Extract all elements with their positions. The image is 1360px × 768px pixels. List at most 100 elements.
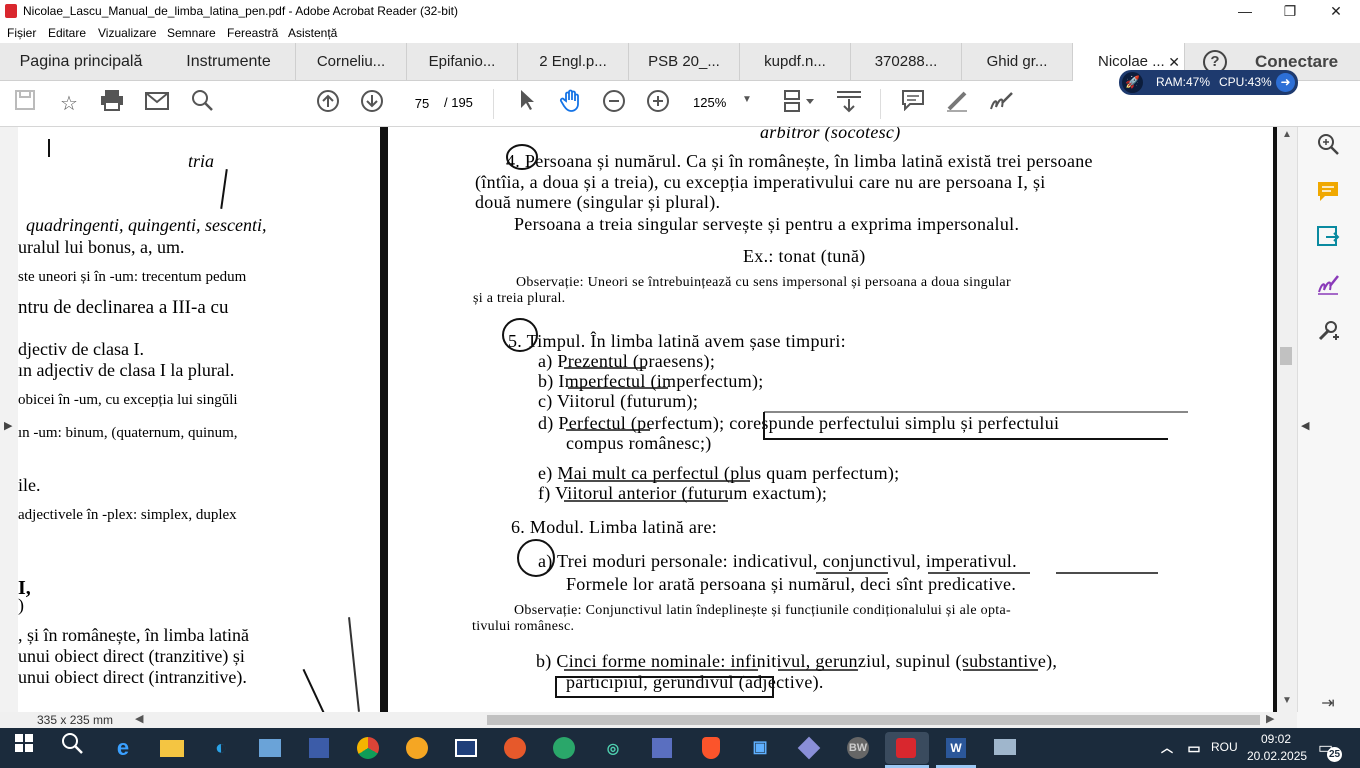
- text-line: tria: [188, 151, 215, 171]
- text-line: uralul lui bonus, a, um.: [18, 237, 185, 257]
- connect-button[interactable]: Conectare: [1255, 52, 1338, 72]
- cube-app-icon[interactable]: [793, 732, 825, 764]
- highlight-pen-icon[interactable]: [942, 89, 972, 119]
- tab-label: Nicolae ...: [1098, 53, 1165, 70]
- word-icon[interactable]: W: [940, 732, 972, 764]
- export-pdf-icon[interactable]: [1311, 225, 1345, 259]
- search-taskbar-icon[interactable]: [56, 732, 88, 764]
- sign-icon[interactable]: [986, 89, 1016, 119]
- cpu-usage: CPU:43%: [1219, 75, 1272, 89]
- gdrive-app-icon[interactable]: ◎: [597, 732, 629, 764]
- clock-date[interactable]: 20.02.2025: [1247, 749, 1307, 763]
- menu-view[interactable]: Vizualizare: [98, 26, 156, 40]
- tab-doc-ghid[interactable]: Ghid gr...: [962, 43, 1073, 81]
- zoom-search-icon[interactable]: [1311, 132, 1345, 166]
- text-line: ın -um: binum, (quaternum, quinum,: [18, 425, 238, 441]
- ram-usage: RAM:47%: [1156, 75, 1211, 89]
- prev-page-icon[interactable]: [313, 89, 343, 119]
- scroll-right-icon[interactable]: ▶: [1266, 712, 1274, 725]
- blue-app-icon[interactable]: ▣: [744, 732, 776, 764]
- acrobat-taskbar-icon[interactable]: [885, 732, 929, 764]
- fill-sign-icon[interactable]: [1311, 272, 1345, 306]
- tray-chevron-icon[interactable]: ︿: [1157, 732, 1177, 764]
- next-page-icon[interactable]: [357, 89, 387, 119]
- text-line: ile.: [18, 475, 41, 495]
- tab-doc-kupdf[interactable]: kupdf.n...: [740, 43, 851, 81]
- globe-app-icon[interactable]: [548, 732, 580, 764]
- zoom-out-icon[interactable]: [599, 89, 629, 119]
- tab-doc-corneliu[interactable]: Corneliu...: [296, 43, 407, 81]
- pdf-page-right: arbitror (socotesc) 4. Persoana și număr…: [388, 127, 1277, 712]
- menu-window[interactable]: Fereastră: [227, 26, 278, 40]
- collapse-right-pane-icon[interactable]: ◀: [1301, 419, 1309, 432]
- email-icon[interactable]: [142, 89, 172, 119]
- network-icon[interactable]: ▭: [1182, 732, 1206, 764]
- window-app-icon[interactable]: [450, 732, 482, 764]
- right-tools-pane: ◀ ⇥: [1297, 127, 1360, 712]
- toolbar-divider: [880, 89, 881, 119]
- rocket-icon: 🚀: [1122, 72, 1143, 93]
- select-cursor-icon[interactable]: [512, 89, 542, 119]
- internet-explorer-icon[interactable]: e: [107, 732, 139, 764]
- tab-doc-2engl[interactable]: 2 Engl.p...: [518, 43, 629, 81]
- orange-app-icon[interactable]: [401, 732, 433, 764]
- menu-help[interactable]: Asistență: [288, 26, 337, 40]
- edge-icon[interactable]: ◐: [205, 732, 237, 764]
- acrobat-icon: [5, 4, 17, 18]
- window-title: Nicolae_Lascu_Manual_de_limba_latina_pen…: [23, 4, 458, 18]
- title-bar: Nicolae_Lascu_Manual_de_limba_latina_pen…: [0, 0, 1360, 23]
- minimize-button[interactable]: —: [1222, 0, 1268, 23]
- bw-app-icon[interactable]: BW: [842, 732, 874, 764]
- toolbar-divider: [493, 89, 494, 119]
- bookmark-star-icon[interactable]: ☆: [54, 89, 84, 119]
- input-language[interactable]: ROU: [1211, 740, 1238, 754]
- scroll-mode-icon[interactable]: [834, 89, 864, 119]
- document-view[interactable]: ▶ tria quadringenti, quingenti, sescenti…: [0, 127, 1297, 712]
- system-monitor-widget[interactable]: 🚀 RAM:47% CPU:43% ➜: [1119, 70, 1298, 95]
- tab-doc-370288[interactable]: 370288...: [851, 43, 962, 81]
- tab-tools[interactable]: Instrumente: [162, 43, 296, 81]
- clock-time[interactable]: 09:02: [1247, 732, 1305, 746]
- zoom-dropdown-caret-icon[interactable]: ▼: [742, 94, 752, 105]
- menu-file[interactable]: Fișier: [7, 26, 36, 40]
- scroll-left-icon[interactable]: ◀: [135, 712, 143, 725]
- screen-app-icon[interactable]: [989, 732, 1021, 764]
- windows-start-icon[interactable]: [8, 732, 40, 764]
- media-player-icon[interactable]: [254, 732, 286, 764]
- zoom-level-select[interactable]: 125%: [693, 95, 726, 110]
- chrome-icon[interactable]: [352, 732, 384, 764]
- horizontal-scroll-thumb[interactable]: [487, 715, 1260, 725]
- menu-bar: Fișier Editare Vizualizare Semnare Ferea…: [0, 23, 1360, 43]
- save-app-icon[interactable]: [303, 732, 335, 764]
- more-tools-icon[interactable]: [1311, 319, 1345, 353]
- comment-tool-icon[interactable]: [1311, 179, 1345, 213]
- tab-doc-epifanio[interactable]: Epifanio...: [407, 43, 518, 81]
- floppy-app-icon[interactable]: [646, 732, 678, 764]
- left-panel-toggle[interactable]: ▶: [0, 127, 18, 712]
- scroll-up-icon[interactable]: ▲: [1282, 129, 1292, 140]
- zoom-in-icon[interactable]: [643, 89, 673, 119]
- text-line: unui obiect direct (intranzitive).: [18, 667, 247, 687]
- text-line: , și în românește, în limba latină: [18, 625, 249, 645]
- comment-icon[interactable]: [898, 89, 928, 119]
- search-icon[interactable]: [187, 89, 217, 119]
- scroll-down-icon[interactable]: ▼: [1282, 695, 1292, 706]
- scroll-thumb[interactable]: [1280, 347, 1292, 365]
- menu-sign[interactable]: Semnare: [167, 26, 216, 40]
- file-explorer-icon[interactable]: [156, 732, 188, 764]
- maximize-button[interactable]: ❐: [1267, 0, 1313, 23]
- page-number-input[interactable]: [405, 91, 439, 115]
- tab-doc-psb[interactable]: PSB 20_...: [629, 43, 740, 81]
- close-button[interactable]: ✕: [1313, 0, 1359, 23]
- expand-left-icon[interactable]: ▶: [4, 419, 12, 432]
- firefox-icon[interactable]: [499, 732, 531, 764]
- save-icon[interactable]: [10, 89, 40, 119]
- print-icon[interactable]: [97, 89, 127, 119]
- tab-home[interactable]: Pagina principală: [0, 43, 162, 81]
- page-view-icon[interactable]: [780, 89, 816, 119]
- hand-tool-icon[interactable]: [556, 89, 586, 119]
- vertical-scrollbar[interactable]: ▲ ▼: [1277, 127, 1297, 712]
- menu-edit[interactable]: Editare: [48, 26, 86, 40]
- arrow-right-icon[interactable]: ➜: [1276, 73, 1295, 92]
- brave-icon[interactable]: [695, 732, 727, 764]
